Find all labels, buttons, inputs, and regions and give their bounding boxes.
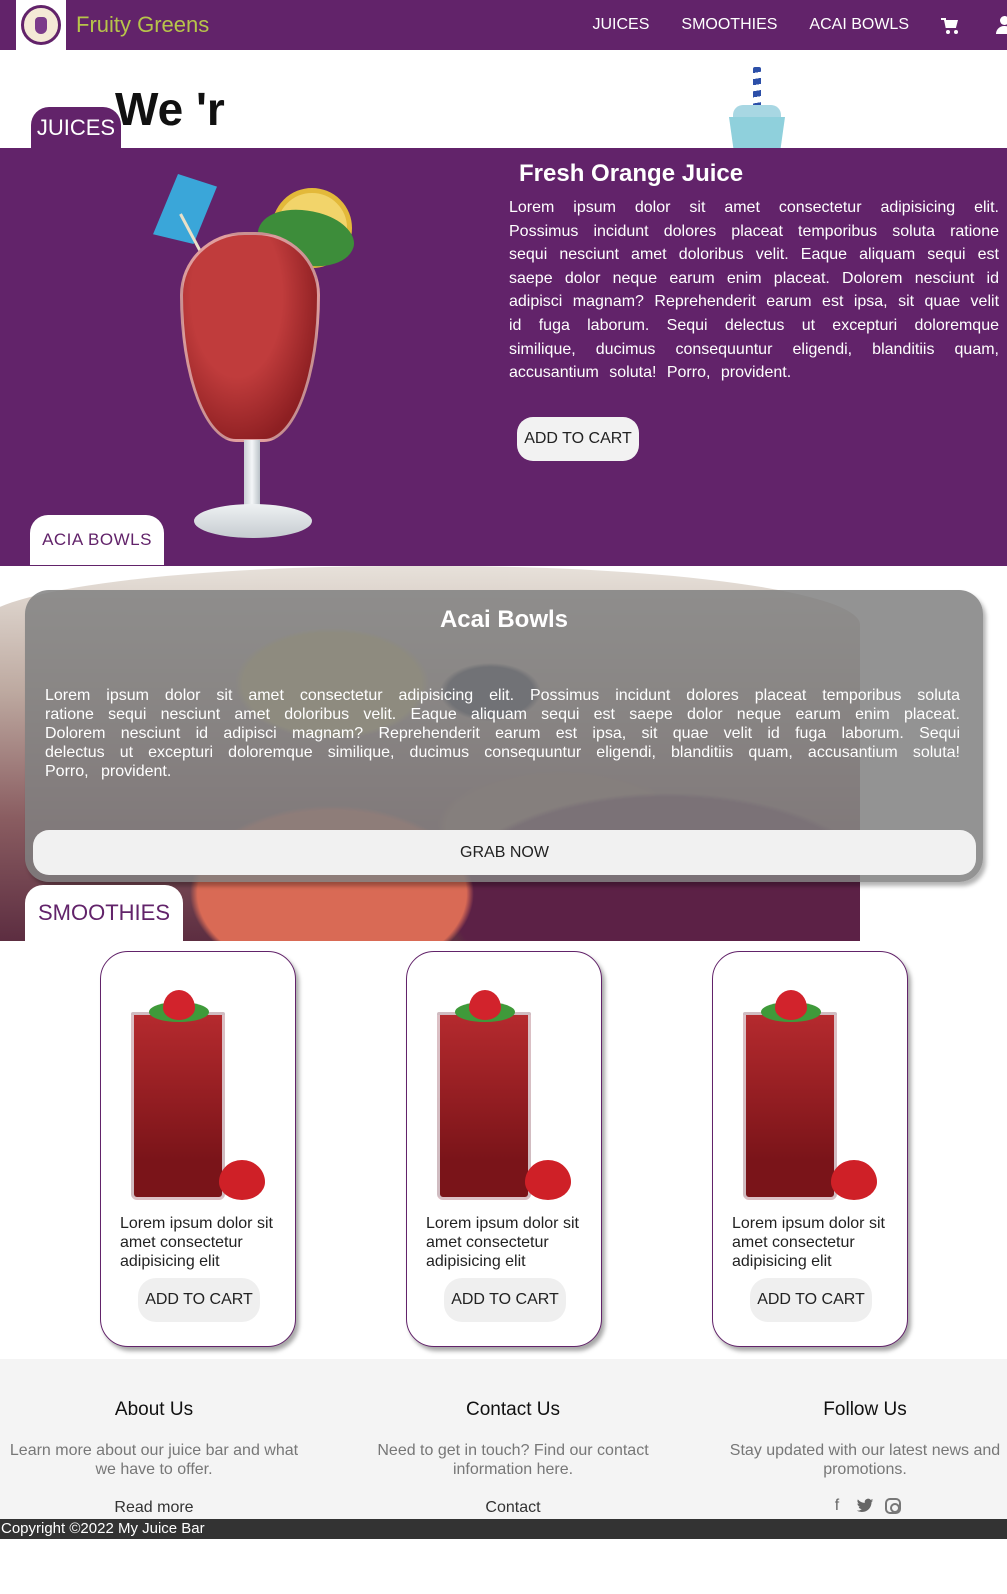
instagram-icon[interactable]: [884, 1497, 902, 1515]
copyright: Copyright ©2022 My Juice Bar: [0, 1519, 1007, 1539]
smoothie-image: [127, 982, 277, 1204]
hero-typing-text: We 'r: [115, 83, 225, 135]
footer-about: About Us Learn more about our juice bar …: [6, 1399, 302, 1517]
smoothie-add-to-cart-button[interactable]: ADD TO CART: [138, 1278, 260, 1322]
brand-name[interactable]: Fruity Greens: [76, 12, 209, 38]
footer-follow-text: Stay updated with our latest news and pr…: [729, 1442, 1001, 1478]
footer-contact-text: Need to get in touch? Find our contact i…: [377, 1442, 649, 1478]
smoothie-add-to-cart-button[interactable]: ADD TO CART: [750, 1278, 872, 1322]
nav-link-acai-bowls[interactable]: ACAI BOWLS: [809, 16, 909, 34]
user-icon[interactable]: [995, 16, 1007, 34]
contact-link[interactable]: Contact: [358, 1499, 668, 1517]
footer-about-title: About Us: [114, 1399, 194, 1420]
footer-about-text: Learn more about our juice bar and what …: [9, 1442, 299, 1478]
logo-icon: [21, 5, 61, 45]
nav-links: JUICES SMOOTHIES ACAI BOWLS: [593, 0, 1007, 50]
juice-add-to-cart-button[interactable]: ADD TO CART: [517, 417, 639, 461]
acai-description: Lorem ipsum dolor sit amet consectetur a…: [45, 687, 960, 780]
juice-glass-image: [132, 172, 367, 540]
page: Fruity Greens JUICES SMOOTHIES ACAI BOWL…: [0, 0, 1007, 1594]
grab-now-button[interactable]: GRAB NOW: [33, 830, 976, 875]
nav-link-juices[interactable]: JUICES: [593, 16, 650, 34]
juice-description: Lorem ipsum dolor sit amet consectetur a…: [509, 199, 999, 382]
smoothie-description: Lorem ipsum dolor sit amet consectetur a…: [732, 1215, 885, 1270]
juice-title: Fresh Orange Juice: [519, 160, 744, 187]
social-links: f: [720, 1497, 1007, 1515]
smoothie-description: Lorem ipsum dolor sit amet consectetur a…: [426, 1215, 579, 1270]
smoothies-section: Lorem ipsum dolor sit amet consectetur a…: [0, 941, 1007, 1359]
facebook-icon[interactable]: f: [828, 1497, 846, 1515]
read-more-link[interactable]: Read more: [6, 1499, 302, 1517]
tab-smoothies: SMOOTHIES: [25, 885, 183, 941]
smoothie-description: Lorem ipsum dolor sit amet consectetur a…: [120, 1215, 273, 1270]
cart-icon[interactable]: [941, 18, 959, 34]
juice-cup-icon: [727, 67, 787, 149]
smoothie-image: [739, 982, 889, 1204]
twitter-icon[interactable]: [856, 1497, 874, 1515]
tab-acai-bowls: ACIA BOWLS: [30, 515, 164, 565]
footer: About Us Learn more about our juice bar …: [0, 1359, 1007, 1519]
smoothie-add-to-cart-button[interactable]: ADD TO CART: [444, 1278, 566, 1322]
footer-follow-title: Follow Us: [823, 1399, 907, 1420]
footer-contact-title: Contact Us: [466, 1399, 560, 1420]
navbar: Fruity Greens JUICES SMOOTHIES ACAI BOWL…: [0, 0, 1007, 50]
smoothie-card: Lorem ipsum dolor sit amet consectetur a…: [712, 951, 908, 1347]
smoothie-image: [433, 982, 583, 1204]
smoothie-card: Lorem ipsum dolor sit amet consectetur a…: [406, 951, 602, 1347]
footer-follow: Follow Us Stay updated with our latest n…: [720, 1399, 1007, 1515]
tab-juices: JUICES: [31, 107, 121, 148]
footer-contact: Contact Us Need to get in touch? Find ou…: [358, 1399, 668, 1517]
logo[interactable]: [16, 0, 66, 50]
nav-link-smoothies[interactable]: SMOOTHIES: [681, 16, 777, 34]
smoothie-card: Lorem ipsum dolor sit amet consectetur a…: [100, 951, 296, 1347]
acai-panel: Acai Bowls Lorem ipsum dolor sit amet co…: [25, 590, 983, 882]
acai-title: Acai Bowls: [439, 606, 569, 633]
